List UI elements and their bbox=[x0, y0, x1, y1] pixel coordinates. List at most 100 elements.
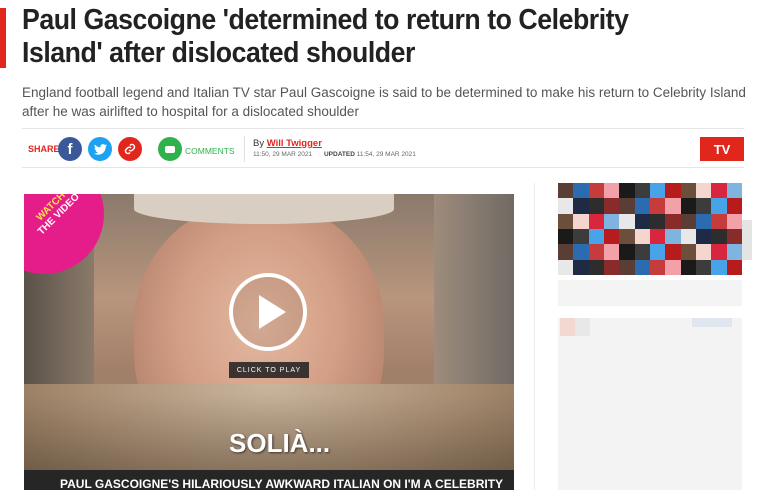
ad-mosaic-cell bbox=[634, 183, 650, 199]
article-headline: Paul Gascoigne 'determined to return to … bbox=[22, 4, 629, 69]
ad-mosaic-cell bbox=[588, 198, 604, 214]
sidebar-ad-caption bbox=[558, 280, 742, 306]
video-frame-hat bbox=[134, 194, 394, 224]
video-player[interactable]: WATCH THE VIDEO CLICK TO PLAY SOLIÀ... P… bbox=[24, 194, 514, 490]
ad-mosaic-cell bbox=[649, 228, 666, 245]
twitter-icon bbox=[93, 143, 107, 155]
ad-mosaic-cell bbox=[619, 198, 635, 214]
ad-mosaic-cell bbox=[665, 198, 681, 214]
byline-prefix: By bbox=[253, 138, 265, 149]
ad-mosaic-cell bbox=[695, 228, 712, 245]
ad-mosaic-cell bbox=[680, 198, 696, 214]
play-icon bbox=[259, 295, 286, 329]
ad-mosaic-cell bbox=[680, 183, 696, 199]
ad-mosaic-cell bbox=[665, 228, 681, 245]
copy-link-button[interactable] bbox=[118, 137, 142, 161]
ad-mosaic-cell bbox=[711, 259, 727, 275]
ad-mosaic-cell bbox=[603, 244, 620, 260]
ad-mosaic-cell bbox=[649, 259, 666, 275]
ad-mosaic-cell bbox=[573, 244, 589, 260]
ad-mosaic-cell bbox=[665, 213, 681, 229]
ad-mosaic-cell bbox=[649, 183, 666, 199]
ad-mosaic-cell bbox=[603, 259, 620, 275]
click-to-play-label[interactable]: CLICK TO PLAY bbox=[229, 362, 309, 378]
ad-mosaic-cell bbox=[603, 228, 620, 245]
ad-mosaic-cell bbox=[711, 213, 727, 229]
ad-mosaic-cell bbox=[711, 228, 727, 245]
ad-mosaic-cell bbox=[558, 198, 574, 214]
ad-mosaic-cell bbox=[603, 183, 620, 199]
ad-mosaic-cell bbox=[573, 213, 589, 229]
ad-mosaic-cell bbox=[558, 213, 574, 229]
ad-mosaic-cell bbox=[665, 183, 681, 199]
ad-mosaic-cell bbox=[634, 198, 650, 214]
ad-mosaic-cell bbox=[695, 213, 712, 229]
byline-divider bbox=[244, 136, 245, 162]
sidebar-ad-panel[interactable] bbox=[558, 318, 742, 490]
sidebar-ad-thumbnail bbox=[560, 318, 590, 336]
sidebar-edge bbox=[742, 220, 752, 260]
sidebar-ad-image[interactable] bbox=[558, 183, 742, 275]
share-label: SHARE bbox=[28, 144, 60, 154]
ad-mosaic-cell bbox=[711, 244, 727, 260]
ad-mosaic-cell bbox=[619, 228, 635, 245]
ad-mosaic-cell bbox=[619, 259, 635, 275]
ad-mosaic-cell bbox=[634, 259, 650, 275]
ad-mosaic-cell bbox=[588, 228, 604, 245]
ad-mosaic-cell bbox=[695, 183, 712, 199]
tv-button[interactable]: TV bbox=[700, 137, 744, 161]
article-standfirst: England football legend and Italian TV s… bbox=[22, 85, 746, 119]
ad-mosaic-cell bbox=[726, 259, 742, 275]
ad-mosaic-cell bbox=[573, 259, 589, 275]
facebook-share-button[interactable]: f bbox=[58, 137, 82, 161]
ad-mosaic-cell bbox=[680, 244, 696, 260]
ad-mosaic-cell bbox=[726, 198, 742, 214]
video-title: PAUL GASCOIGNE'S HILARIOUSLY AWKWARD ITA… bbox=[60, 477, 504, 490]
byline: By Will Twigger bbox=[253, 138, 322, 149]
ad-mosaic-cell bbox=[603, 198, 620, 214]
ad-mosaic-cell bbox=[634, 228, 650, 245]
ad-mosaic-cell bbox=[573, 183, 589, 199]
video-subtitle: SOLIÀ... bbox=[229, 428, 331, 458]
comments-button[interactable] bbox=[158, 137, 182, 161]
ad-mosaic-cell bbox=[665, 244, 681, 260]
twitter-share-button[interactable] bbox=[88, 137, 112, 161]
ad-mosaic-cell bbox=[649, 213, 666, 229]
ad-mosaic-cell bbox=[680, 213, 696, 229]
updated-label: UPDATED bbox=[323, 151, 355, 158]
ad-mosaic-cell bbox=[726, 213, 742, 229]
ad-mosaic-cell bbox=[695, 244, 712, 260]
ad-mosaic-cell bbox=[573, 228, 589, 245]
author-link[interactable]: Will Twigger bbox=[267, 138, 322, 149]
ad-mosaic-cell bbox=[634, 244, 650, 260]
ad-mosaic-cell bbox=[619, 183, 635, 199]
ad-mosaic-cell bbox=[649, 244, 666, 260]
ad-mosaic-cell bbox=[558, 259, 574, 275]
article-dates: 11:50, 29 MAR 2021 UPDATED 11:54, 29 MAR… bbox=[253, 151, 416, 158]
video-title-bar: PAUL GASCOIGNE'S HILARIOUSLY AWKWARD ITA… bbox=[24, 470, 514, 490]
ad-mosaic-cell bbox=[726, 244, 742, 260]
ad-mosaic-cell bbox=[558, 183, 574, 199]
ad-mosaic-cell bbox=[711, 183, 727, 199]
sidebar-divider bbox=[534, 183, 535, 490]
ad-mosaic-cell bbox=[558, 228, 574, 245]
ad-mosaic-cell bbox=[695, 198, 712, 214]
published-time: 11:50, 29 MAR 2021 bbox=[253, 151, 313, 158]
ad-mosaic-cell bbox=[603, 213, 620, 229]
ad-mosaic-cell bbox=[588, 244, 604, 260]
ad-mosaic-cell bbox=[588, 259, 604, 275]
divider-top bbox=[22, 128, 744, 129]
sidebar-ad-label bbox=[692, 318, 732, 327]
ad-mosaic-cell bbox=[695, 259, 712, 275]
updated-time: 11:54, 29 MAR 2021 bbox=[356, 151, 416, 158]
ad-mosaic-cell bbox=[588, 213, 604, 229]
comments-link[interactable]: COMMENTS bbox=[185, 146, 235, 156]
headline-accent-bar bbox=[0, 8, 6, 68]
ad-mosaic-cell bbox=[665, 259, 681, 275]
ad-mosaic-cell bbox=[726, 183, 742, 199]
ad-mosaic-cell bbox=[573, 198, 589, 214]
ad-mosaic-cell bbox=[680, 259, 696, 275]
ad-mosaic-cell bbox=[619, 213, 635, 229]
facebook-icon: f bbox=[67, 140, 73, 158]
play-button[interactable] bbox=[229, 273, 307, 351]
